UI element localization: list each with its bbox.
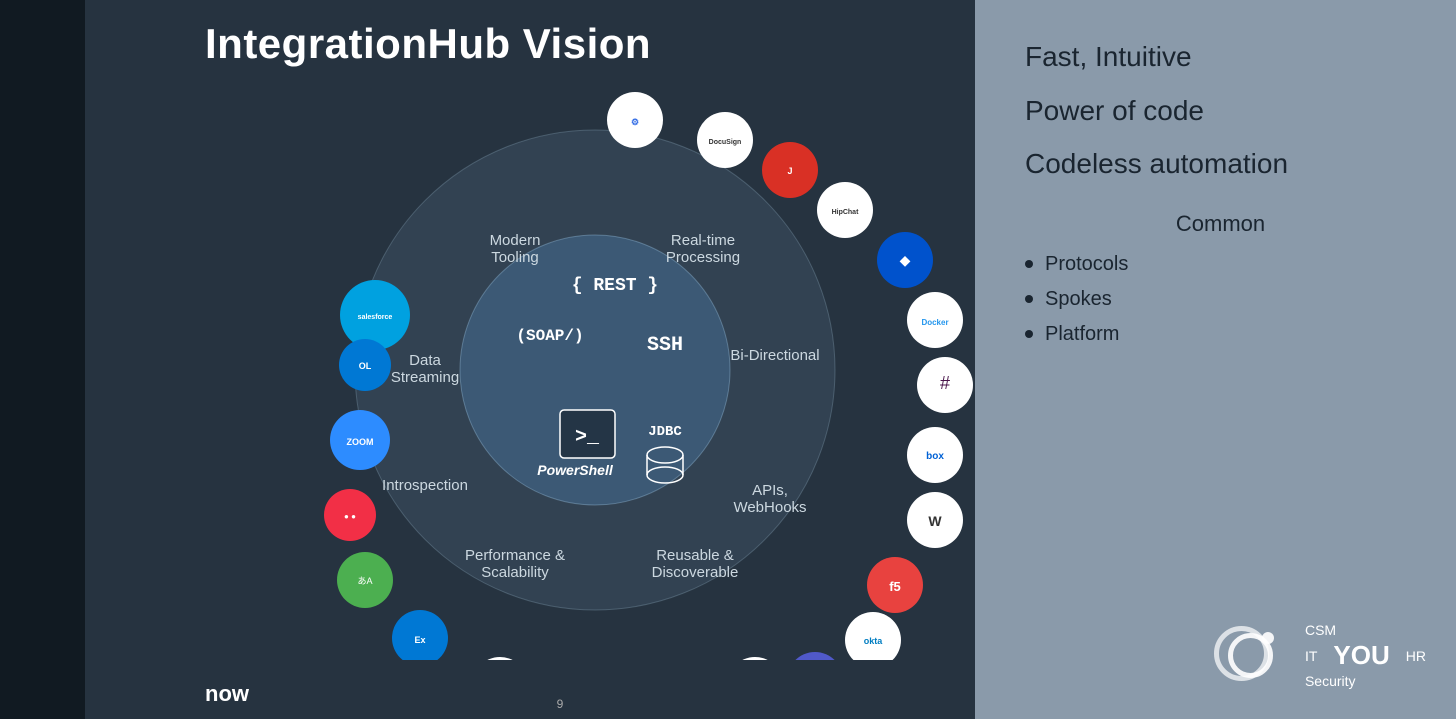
bottom-label-row-3: Security <box>1305 673 1426 689</box>
diagram-svg: Modern Tooling Real-time Processing Data… <box>205 60 1025 660</box>
svg-text:あA: あA <box>357 576 372 586</box>
svg-text:HipChat: HipChat <box>832 209 860 216</box>
svg-text:Tooling: Tooling <box>491 249 539 266</box>
main-content: IntegrationHub Vision Modern Tooling Rea… <box>85 0 975 719</box>
svg-text:Discoverable: Discoverable <box>652 564 739 581</box>
svg-text:Streaming: Streaming <box>391 369 459 386</box>
csm-label: CSM <box>1305 622 1336 638</box>
svg-text:Processing: Processing <box>666 249 740 266</box>
bullet-dot-protocols <box>1025 260 1033 268</box>
svg-text:box: box <box>926 451 944 462</box>
common-section-title: Common <box>1025 211 1416 237</box>
bullet-spokes-text: Spokes <box>1045 288 1112 311</box>
svg-text:J: J <box>787 166 792 176</box>
bullet-protocols-text: Protocols <box>1045 253 1128 276</box>
security-label: Security <box>1305 673 1356 689</box>
it-label: IT <box>1305 648 1317 664</box>
feature-codeless-automation: Codeless automation <box>1025 147 1416 181</box>
svg-text:Introspection: Introspection <box>382 477 468 494</box>
svg-text:Real-time: Real-time <box>671 232 735 249</box>
svg-text:PowerShell: PowerShell <box>537 462 614 478</box>
svg-text:(SOAP/): (SOAP/) <box>516 327 583 345</box>
svg-text:#: # <box>940 373 950 393</box>
svg-text:Docker: Docker <box>921 318 948 327</box>
svg-text:◆: ◆ <box>900 252 911 268</box>
svg-text:salesforce: salesforce <box>358 314 393 321</box>
svg-text:f5: f5 <box>889 579 901 594</box>
bottom-label-row-2: IT YOU HR <box>1305 640 1426 671</box>
svg-text:Ex: Ex <box>414 635 425 645</box>
oc-logo <box>1214 626 1289 686</box>
feature-fast-intuitive: Fast, Intuitive <box>1025 40 1416 74</box>
svg-text:W: W <box>928 513 942 529</box>
bullet-dot-platform <box>1025 330 1033 338</box>
now-logo: now <box>205 681 249 707</box>
right-panel: Fast, Intuitive Power of code Codeless a… <box>975 0 1456 719</box>
svg-text:Bi-Directional: Bi-Directional <box>730 347 819 364</box>
bottom-labels: CSM IT YOU HR Security <box>1305 622 1426 689</box>
svg-text:SSH: SSH <box>647 334 683 357</box>
svg-text:Performance &: Performance & <box>465 547 565 564</box>
right-panel-bottom: CSM IT YOU HR Security <box>1214 622 1426 689</box>
sidebar <box>0 0 85 719</box>
oc-dot <box>1262 632 1274 644</box>
svg-text:>_: >_ <box>575 426 600 449</box>
svg-text:{ REST }: { REST } <box>572 276 658 296</box>
bullet-spokes: Spokes <box>1025 288 1416 311</box>
svg-text:okta: okta <box>864 636 884 646</box>
hr-label: HR <box>1406 648 1426 664</box>
svg-text:Reusable &: Reusable & <box>656 547 734 564</box>
svg-text:JDBC: JDBC <box>648 424 682 440</box>
diagram-container: Modern Tooling Real-time Processing Data… <box>205 60 1025 680</box>
bullet-platform: Platform <box>1025 323 1416 346</box>
svg-text:APIs,: APIs, <box>752 482 788 499</box>
svg-text:Scalability: Scalability <box>481 564 549 581</box>
svg-text:● ●: ● ● <box>344 512 356 521</box>
bullet-protocols: Protocols <box>1025 253 1416 276</box>
svg-text:⚙: ⚙ <box>631 117 639 127</box>
bullet-platform-text: Platform <box>1045 323 1119 346</box>
feature-power-of-code: Power of code <box>1025 94 1416 128</box>
you-label: YOU <box>1333 640 1389 671</box>
svg-text:WebHooks: WebHooks <box>733 499 806 516</box>
svg-text:DocuSign: DocuSign <box>709 139 742 146</box>
svg-text:OL: OL <box>359 361 372 371</box>
svg-text:ZOOM: ZOOM <box>347 437 374 447</box>
svg-text:Modern: Modern <box>490 232 541 249</box>
page-number: 9 <box>557 697 564 711</box>
svg-text:Data: Data <box>409 352 441 369</box>
bullet-dot-spokes <box>1025 295 1033 303</box>
right-panel-content: Fast, Intuitive Power of code Codeless a… <box>975 0 1456 388</box>
bottom-label-row-1: CSM <box>1305 622 1426 638</box>
